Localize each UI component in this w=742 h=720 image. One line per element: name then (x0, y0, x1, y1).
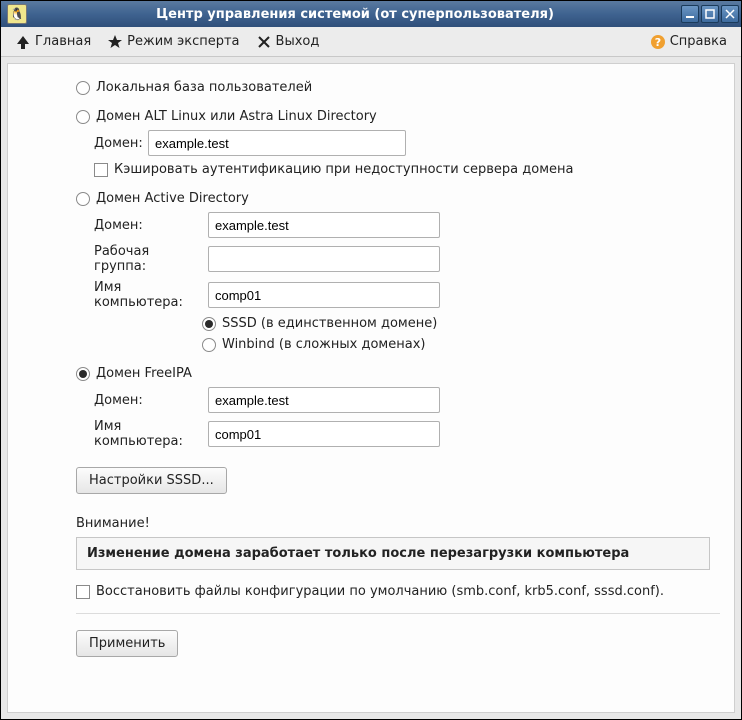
checkbox-restore[interactable] (76, 585, 90, 599)
toolbar-help-label: Справка (670, 34, 727, 49)
radio-alt[interactable] (76, 110, 90, 124)
alt-cache-row[interactable]: Кэшировать аутентификацию при недоступно… (94, 162, 720, 177)
ad-winbind-label: Winbind (в сложных доменах) (222, 337, 425, 352)
toolbar-help[interactable]: ? Справка (642, 31, 735, 53)
ad-computer-label: Имя компьютера: (94, 280, 202, 310)
toolbar-expert[interactable]: Режим эксперта (99, 31, 247, 53)
ad-workgroup-input[interactable] (208, 246, 440, 272)
content-area: Локальная база пользователей Домен ALT L… (7, 63, 735, 713)
help-icon: ? (650, 34, 666, 50)
exit-icon (256, 34, 272, 50)
app-icon: 🐧 (7, 4, 27, 24)
apply-button[interactable]: Применить (76, 630, 178, 657)
up-arrow-icon (15, 34, 31, 50)
radio-sssd[interactable] (202, 317, 216, 331)
ad-backend-winbind[interactable]: Winbind (в сложных доменах) (202, 337, 720, 352)
main-window: 🐧 Центр управления системой (от суперпол… (0, 0, 742, 720)
fi-computer-label: Имя компьютера: (94, 419, 202, 449)
option-alt-label: Домен ALT Linux или Astra Linux Director… (96, 109, 377, 124)
minimize-icon (685, 9, 695, 19)
checkbox-cache[interactable] (94, 163, 108, 177)
ad-domain-input[interactable] (208, 212, 440, 238)
fi-domain-input[interactable] (208, 387, 440, 413)
option-ad-label: Домен Active Directory (96, 191, 249, 206)
toolbar-expert-label: Режим эксперта (127, 34, 239, 49)
star-icon (107, 34, 123, 50)
attention-box: Изменение домена заработает только после… (76, 537, 710, 570)
radio-ad[interactable] (76, 192, 90, 206)
alt-cache-label: Кэшировать аутентификацию при недоступно… (114, 162, 573, 177)
maximize-button[interactable] (701, 5, 719, 23)
option-alt[interactable]: Домен ALT Linux или Astra Linux Director… (76, 109, 720, 124)
restore-label: Восстановить файлы конфигурации по умолч… (96, 584, 664, 599)
alt-domain-label: Домен: (94, 136, 142, 151)
ad-domain-label: Домен: (94, 218, 202, 233)
toolbar: Главная Режим эксперта Выход ? Справка (1, 27, 741, 57)
option-ad[interactable]: Домен Active Directory (76, 191, 720, 206)
option-freeipa-label: Домен FreeIPA (96, 366, 192, 381)
ad-backend-sssd[interactable]: SSSD (в единственном домене) (202, 316, 720, 331)
close-button[interactable] (721, 5, 739, 23)
close-icon (725, 9, 735, 19)
option-local-label: Локальная база пользователей (96, 80, 312, 95)
alt-domain-input[interactable] (148, 130, 406, 156)
toolbar-exit[interactable]: Выход (248, 31, 328, 53)
maximize-icon (705, 9, 715, 19)
option-freeipa[interactable]: Домен FreeIPA (76, 366, 720, 381)
option-local[interactable]: Локальная база пользователей (76, 80, 720, 95)
radio-winbind[interactable] (202, 338, 216, 352)
attention-label: Внимание! (76, 516, 720, 531)
minimize-button[interactable] (681, 5, 699, 23)
restore-row[interactable]: Восстановить файлы конфигурации по умолч… (76, 584, 720, 614)
ad-computer-input[interactable] (208, 282, 440, 308)
window-title: Центр управления системой (от суперпольз… (31, 7, 679, 22)
svg-text:?: ? (655, 36, 661, 49)
sssd-settings-button[interactable]: Настройки SSSD... (76, 467, 227, 494)
radio-freeipa[interactable] (76, 367, 90, 381)
radio-local[interactable] (76, 81, 90, 95)
toolbar-exit-label: Выход (276, 34, 320, 49)
fi-domain-label: Домен: (94, 393, 202, 408)
toolbar-home[interactable]: Главная (7, 31, 99, 53)
toolbar-home-label: Главная (35, 34, 91, 49)
fi-computer-input[interactable] (208, 421, 440, 447)
titlebar: 🐧 Центр управления системой (от суперпол… (1, 1, 741, 27)
ad-sssd-label: SSSD (в единственном домене) (222, 316, 437, 331)
ad-workgroup-label: Рабочая группа: (94, 244, 202, 274)
